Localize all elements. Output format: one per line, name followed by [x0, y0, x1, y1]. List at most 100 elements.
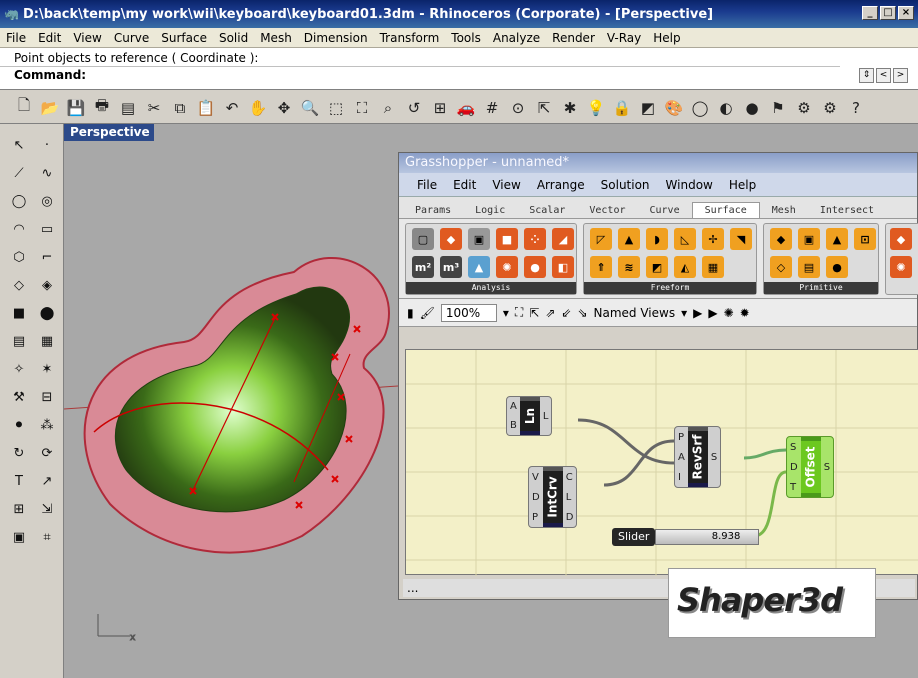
gh-menu-arrange[interactable]: Arrange — [529, 178, 593, 192]
record-icon[interactable]: ▶ — [708, 306, 717, 320]
zoom-dynamic-icon[interactable]: 🔍 — [298, 96, 322, 120]
gh-menu-solution[interactable]: Solution — [593, 178, 658, 192]
brush-icon[interactable]: 🖌 — [420, 306, 435, 320]
sweep-icon[interactable]: ≋ — [618, 256, 640, 278]
grid-icon[interactable]: # — [480, 96, 504, 120]
close-button[interactable]: × — [898, 6, 914, 20]
render-sphere-icon[interactable]: ● — [740, 96, 764, 120]
curve-icon[interactable]: ∿ — [36, 162, 58, 184]
box-corners-icon[interactable]: ▣ — [468, 228, 490, 250]
pan-icon[interactable]: ✋ — [246, 96, 270, 120]
scroll-right-icon[interactable]: > — [893, 68, 908, 83]
ln-output-l[interactable]: L — [543, 411, 549, 422]
revsrf-input-a[interactable]: A — [678, 452, 685, 463]
shaded-icon[interactable]: ◐ — [714, 96, 738, 120]
zoom-window-icon[interactable]: ⬚ — [324, 96, 348, 120]
grasshopper-title[interactable]: Grasshopper - unnamed* — [399, 153, 917, 173]
circle-center-icon[interactable]: ◎ — [36, 190, 58, 212]
maximize-button[interactable]: □ — [880, 6, 896, 20]
revsrf-input-i[interactable]: I — [678, 472, 685, 483]
title-bar[interactable]: 🦏 D:\back\temp\my work\wii\keyboard\keyb… — [0, 0, 918, 28]
offset-input-d[interactable]: D — [790, 462, 798, 473]
help-icon[interactable]: ? — [844, 96, 868, 120]
save-icon[interactable]: 💾 — [64, 96, 88, 120]
explode-icon[interactable]: ✶ — [36, 358, 58, 380]
gh-menu-edit[interactable]: Edit — [445, 178, 484, 192]
rotate-view-icon[interactable]: ✥ — [272, 96, 296, 120]
pipe-icon[interactable]: ◥ — [730, 228, 752, 250]
zoom-ne-icon[interactable]: ⇱ — [529, 306, 539, 320]
surface-curvature-icon[interactable]: ◢ — [552, 228, 574, 250]
zoom-field[interactable]: 100% — [440, 303, 497, 322]
box-icon[interactable]: ■ — [8, 302, 30, 324]
cone-icon[interactable]: ▲ — [826, 228, 848, 250]
menu-help[interactable]: Help — [647, 31, 686, 45]
trim-icon[interactable]: ⚒ — [8, 386, 30, 408]
menu-view[interactable]: View — [67, 31, 107, 45]
gh-menu-view[interactable]: View — [484, 178, 528, 192]
surface-from-points-icon[interactable]: ◇ — [8, 274, 30, 296]
rotate3d-icon[interactable]: ⟳ — [36, 442, 58, 464]
area-component-icon[interactable]: ▢ — [412, 228, 434, 250]
revsrf-input-p[interactable]: P — [678, 432, 685, 443]
zoom-extents-gh-icon[interactable]: ⛶ — [515, 305, 523, 320]
lock-icon[interactable]: 🔒 — [610, 96, 634, 120]
wireframe-icon[interactable]: ◯ — [688, 96, 712, 120]
plane-surface-icon[interactable]: ◇ — [770, 256, 792, 278]
intcrv-input-p[interactable]: P — [532, 512, 540, 523]
ln-input-a[interactable]: A — [510, 401, 517, 412]
offset-input-t[interactable]: T — [790, 482, 798, 493]
ln-component[interactable]: A B Ln L — [506, 396, 553, 436]
open-file-icon[interactable]: 📂 — [38, 96, 62, 120]
rotate-icon[interactable]: ↻ — [8, 442, 30, 464]
area-icon[interactable]: m² — [412, 256, 434, 278]
brep-closest-icon[interactable]: ◆ — [440, 228, 462, 250]
fillet-surface-icon[interactable]: ◗ — [646, 228, 668, 250]
volume-icon[interactable]: m³ — [440, 256, 462, 278]
menu-mesh[interactable]: Mesh — [254, 31, 298, 45]
document-icon[interactable]: ▮ — [407, 306, 414, 320]
bake-icon[interactable]: ✺ — [724, 306, 734, 320]
text-icon[interactable]: T — [8, 470, 30, 492]
brep-edges-icon[interactable]: ✺ — [496, 256, 518, 278]
offset-output-s[interactable]: S — [824, 462, 830, 473]
tab-scalar[interactable]: Scalar — [517, 203, 577, 218]
minimize-button[interactable]: _ — [862, 6, 878, 20]
preview-icon[interactable]: ✹ — [740, 306, 750, 320]
flag-icon[interactable]: ⚑ — [766, 96, 790, 120]
tab-logic[interactable]: Logic — [463, 203, 517, 218]
sphere-primitive-icon[interactable]: ● — [826, 256, 848, 278]
menu-analyze[interactable]: Analyze — [487, 31, 546, 45]
cplane-icon[interactable]: ⊙ — [506, 96, 530, 120]
circle-icon[interactable]: ◯ — [8, 190, 30, 212]
extrude-icon[interactable]: ◸ — [590, 228, 612, 250]
box-2pt-icon[interactable]: ▣ — [798, 228, 820, 250]
dimensions-icon[interactable]: ● — [524, 256, 546, 278]
fillet-icon[interactable]: ⌐ — [36, 246, 58, 268]
zoom-selected-icon[interactable]: ⌕ — [376, 96, 400, 120]
menu-render[interactable]: Render — [546, 31, 601, 45]
slider-track[interactable]: 8.938 — [655, 529, 760, 545]
boolean-icon[interactable]: ⚫ — [8, 414, 30, 436]
layer-icon[interactable]: ◩ — [636, 96, 660, 120]
cylinder-primitive-icon[interactable]: ▤ — [798, 256, 820, 278]
menu-edit[interactable]: Edit — [32, 31, 67, 45]
play-icon[interactable]: ▶ — [693, 306, 702, 320]
gear-hierarchy-icon[interactable]: ⚙ — [818, 96, 842, 120]
rectangle-icon[interactable]: ▭ — [36, 218, 58, 240]
loft-icon[interactable]: ◺ — [674, 228, 696, 250]
cylinder-icon[interactable]: ▤ — [8, 330, 30, 352]
command-prompt[interactable]: Command: — [14, 68, 86, 82]
scroll-left-icon[interactable]: < — [876, 68, 891, 83]
domain-box-icon[interactable]: ⊡ — [854, 228, 876, 250]
new-file-icon[interactable]: 🗋 — [12, 96, 36, 120]
evaluate-surface-icon[interactable]: ▲ — [468, 256, 490, 278]
gh-menu-file[interactable]: File — [409, 178, 445, 192]
block-icon[interactable]: ▣ — [8, 526, 30, 548]
cut-icon[interactable]: ✂ — [142, 96, 166, 120]
menu-vray[interactable]: V-Ray — [601, 31, 647, 45]
group-icon[interactable]: ⊞ — [8, 498, 30, 520]
intcrv-input-d[interactable]: D — [532, 492, 540, 503]
tab-vector[interactable]: Vector — [577, 203, 637, 218]
named-views-dropdown[interactable]: Named Views — [594, 306, 676, 320]
